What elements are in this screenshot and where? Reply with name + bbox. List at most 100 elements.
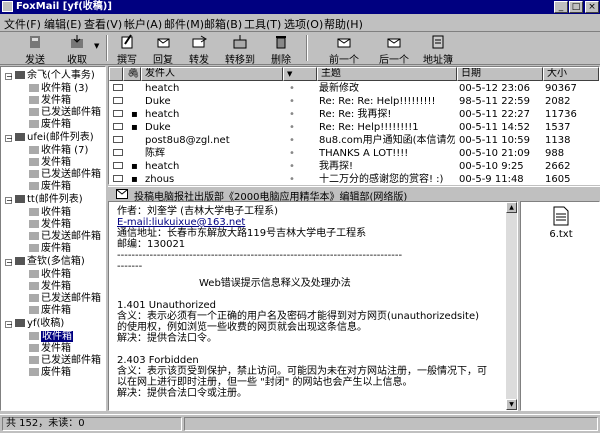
scroll-up-icon[interactable]: ▲ bbox=[506, 202, 517, 213]
email-link[interactable]: E-mail:liukuixue@163.net bbox=[117, 217, 245, 228]
folder-sent[interactable]: 已发送邮件箱 bbox=[29, 107, 101, 119]
message-body[interactable]: 作者：刘奎学 (吉林大学电子工程系) E-mail:liukuixue@163.… bbox=[108, 201, 518, 411]
compose-button[interactable]: 撰写 bbox=[112, 33, 142, 66]
delete-button[interactable]: 删除 bbox=[266, 33, 296, 66]
folder-trash[interactable]: 废件箱 bbox=[29, 119, 71, 131]
folder-trash[interactable]: 废件箱 bbox=[29, 367, 71, 379]
attachment-icon: ▪ bbox=[131, 109, 138, 120]
folder-trash[interactable]: 废件箱 bbox=[29, 305, 71, 317]
inbox-icon bbox=[29, 208, 39, 216]
divider-line: ----------------------------------------… bbox=[117, 250, 403, 261]
trash-folder-icon bbox=[29, 306, 39, 314]
article-title: Web错误提示信息释义及处理办法 bbox=[199, 278, 351, 289]
folder-trash[interactable]: 废件箱 bbox=[29, 243, 71, 255]
close-button[interactable]: × bbox=[585, 1, 599, 13]
priority-dot: • bbox=[289, 96, 295, 107]
account-icon bbox=[15, 195, 25, 203]
folder-inbox[interactable]: 收件箱 (7) bbox=[29, 145, 88, 157]
reply-button[interactable]: 回复 bbox=[148, 33, 178, 66]
receive-button[interactable]: 收取 bbox=[60, 33, 94, 66]
scroll-down-icon[interactable]: ▼ bbox=[506, 399, 517, 410]
mail-row[interactable]: post8u8@zgl.net • 8u8.com用户通知函(本信请勿... 0… bbox=[109, 134, 599, 147]
folder-outbox[interactable]: 发件箱 bbox=[29, 343, 71, 355]
collapse-icon[interactable]: − bbox=[5, 197, 13, 205]
date-column-header[interactable]: 日期 bbox=[457, 67, 543, 81]
status-bar: 共 152，未读：0 bbox=[0, 414, 600, 433]
mail-icon bbox=[116, 189, 128, 199]
menu-mailbox[interactable]: 邮箱(B) bbox=[204, 16, 242, 32]
menu-account[interactable]: 帐户(A) bbox=[124, 16, 162, 32]
previous-mail-icon bbox=[337, 38, 351, 48]
previous-button[interactable]: 前一个 bbox=[324, 33, 364, 66]
folder-outbox[interactable]: 发件箱 bbox=[29, 157, 71, 169]
receive-dropdown-icon[interactable]: ▼ bbox=[94, 42, 99, 50]
minimize-button[interactable]: _ bbox=[554, 1, 568, 13]
mail-row[interactable]: ▪ heatch • 我再探! 00-5-10 9:25 2662 bbox=[109, 160, 599, 173]
size-column-header[interactable]: 大小 bbox=[543, 67, 599, 81]
attachment-pane: 6.txt bbox=[520, 201, 600, 411]
menu-view[interactable]: 查看(V) bbox=[84, 16, 122, 32]
outbox-icon bbox=[29, 158, 39, 166]
account-node[interactable]: tt(邮件列表) bbox=[15, 194, 83, 206]
menu-tools[interactable]: 工具(T) bbox=[244, 16, 281, 32]
collapse-icon[interactable]: − bbox=[5, 259, 13, 267]
account-node[interactable]: ufei(邮件列表) bbox=[15, 132, 94, 144]
trash-folder-icon bbox=[29, 182, 39, 190]
attachment-column-header[interactable]: 🖇 bbox=[123, 67, 141, 81]
account-node[interactable]: yf(收稿) bbox=[15, 318, 64, 330]
menu-options[interactable]: 选项(O) bbox=[284, 16, 323, 32]
folder-sent[interactable]: 已发送邮件箱 bbox=[29, 231, 101, 243]
vertical-scrollbar[interactable]: ▲ ▼ bbox=[506, 202, 517, 410]
account-node[interactable]: 查钦(多信箱) bbox=[15, 256, 85, 268]
folder-sent[interactable]: 已发送邮件箱 bbox=[29, 169, 101, 181]
outbox-icon bbox=[29, 282, 39, 290]
folder-inbox[interactable]: 收件箱 (3) bbox=[29, 83, 88, 95]
folder-inbox-selected[interactable]: 收件箱 bbox=[29, 331, 73, 343]
outbox-icon bbox=[29, 220, 39, 228]
mail-row[interactable]: ▪ heatch • Re: Re: 我再探! 00-5-11 22:27 11… bbox=[109, 108, 599, 121]
menu-mail[interactable]: 邮件(M) bbox=[164, 16, 204, 32]
toolbar-separator bbox=[106, 35, 108, 61]
mail-row[interactable]: ▪ zhous • 十二万分的感谢您的赏容! :) 00-5-9 11:48 1… bbox=[109, 173, 599, 185]
inbox-icon bbox=[29, 84, 39, 92]
status-column-header[interactable] bbox=[109, 67, 123, 81]
mail-row[interactable]: ▪ Duke • Re: Re: Help!!!!!!!!1 00-5-11 1… bbox=[109, 121, 599, 134]
priority-dot: • bbox=[289, 174, 295, 185]
menu-help[interactable]: 帮助(H) bbox=[324, 16, 363, 32]
folder-outbox[interactable]: 发件箱 bbox=[29, 95, 71, 107]
account-node[interactable]: 余飞(个人事务) bbox=[15, 70, 95, 82]
folder-trash[interactable]: 废件箱 bbox=[29, 181, 71, 193]
attachment-item[interactable]: 6.txt bbox=[543, 206, 579, 240]
menu-edit[interactable]: 编辑(E) bbox=[44, 16, 82, 32]
menu-file[interactable]: 文件(F) bbox=[4, 16, 41, 32]
attachment-icon: ▪ bbox=[131, 174, 138, 185]
collapse-icon[interactable]: − bbox=[5, 73, 13, 81]
collapse-icon[interactable]: − bbox=[5, 321, 13, 329]
priority-dot: • bbox=[289, 83, 295, 94]
title-bar: FoxMail [yf(收稿)] _ □ × bbox=[0, 0, 600, 14]
mail-row[interactable]: Duke • Re: Re: Re: Help!!!!!!!!! 98-5-11… bbox=[109, 95, 599, 108]
subject-column-header[interactable]: 主题 bbox=[317, 67, 457, 81]
envelope-icon bbox=[113, 147, 123, 160]
move-to-button[interactable]: 转移到 bbox=[220, 33, 260, 66]
sent-icon bbox=[29, 232, 39, 240]
folder-inbox[interactable]: 收件箱 bbox=[29, 269, 71, 281]
collapse-icon[interactable]: − bbox=[5, 135, 13, 143]
priority-column-header[interactable]: ▼ bbox=[283, 67, 317, 81]
forward-button[interactable]: 转发 bbox=[184, 33, 214, 66]
folder-inbox[interactable]: 收件箱 bbox=[29, 207, 71, 219]
mail-row[interactable]: heatch • 最新修改 00-5-12 23:06 90367 bbox=[109, 82, 599, 95]
folder-outbox[interactable]: 发件箱 bbox=[29, 281, 71, 293]
mail-row[interactable]: 陈辉 • THANKS A LOT!!!! 00-5-10 21:09 988 bbox=[109, 147, 599, 160]
maximize-button[interactable]: □ bbox=[569, 1, 583, 13]
folder-sent[interactable]: 已发送邮件箱 bbox=[29, 355, 101, 367]
address-book-button[interactable]: 地址簿 bbox=[420, 33, 456, 66]
account-icon bbox=[15, 319, 25, 327]
body-line: 通信地址：长春市东解放大路119号吉林大学电子工程系 bbox=[117, 228, 367, 239]
folder-outbox[interactable]: 发件箱 bbox=[29, 219, 71, 231]
folder-tree: − 余飞(个人事务) 收件箱 (3) 发件箱 已发送邮件箱 废件箱 − ufei… bbox=[0, 66, 106, 411]
send-button[interactable]: 发送 bbox=[20, 33, 50, 66]
sender-column-header[interactable]: 发件人 bbox=[141, 67, 283, 81]
next-button[interactable]: 后一个 bbox=[374, 33, 414, 66]
folder-sent[interactable]: 已发送邮件箱 bbox=[29, 293, 101, 305]
